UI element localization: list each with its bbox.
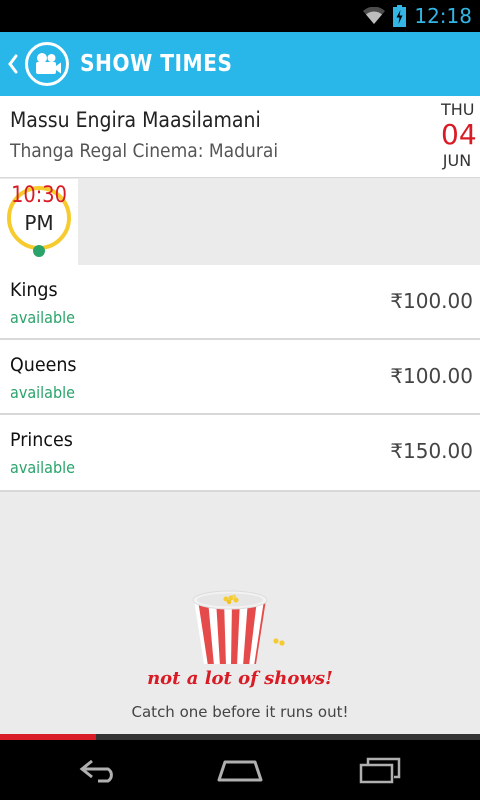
seat-status: available (10, 383, 75, 402)
back-nav-button[interactable] (40, 740, 160, 800)
seat-class-list: Kings available ₹100.00 Queens available… (0, 265, 480, 492)
system-nav-bar (0, 740, 480, 800)
seat-row-queens[interactable]: Queens available ₹100.00 (0, 340, 480, 415)
popcorn-icon (192, 590, 285, 664)
seat-price: ₹150.00 (390, 439, 473, 463)
empty-state-subtitle: Catch one before it runs out! (131, 703, 349, 721)
status-bar: 12:18 (0, 0, 480, 32)
recents-nav-button[interactable] (320, 740, 440, 800)
showtime-tile[interactable]: 10:30 PM (0, 179, 78, 265)
battery-icon (393, 5, 407, 27)
show-date: THU 04 JUN (441, 100, 477, 172)
seat-name: Kings (10, 279, 58, 301)
movie-info-card: Massu Engira Maasilamani Thanga Regal Ci… (0, 96, 480, 178)
home-icon (217, 760, 263, 782)
wifi-icon (363, 7, 386, 24)
empty-state-tagline: not a lot of shows! (147, 668, 333, 689)
movie-camera-icon[interactable] (24, 41, 70, 87)
chevron-left-icon (8, 54, 18, 74)
seat-row-princes[interactable]: Princes available ₹150.00 (0, 415, 480, 490)
back-arrow-icon (79, 759, 113, 783)
movie-title: Massu Engira Maasilamani (10, 108, 261, 132)
date-day: THU (441, 100, 475, 119)
action-bar: SHOW TIMES (0, 32, 480, 96)
seat-price: ₹100.00 (390, 364, 473, 388)
date-month: JUN (442, 151, 472, 170)
home-nav-button[interactable] (180, 740, 300, 800)
seat-status: available (10, 458, 75, 477)
seat-row-kings[interactable]: Kings available ₹100.00 (0, 265, 480, 340)
date-number: 04 (441, 118, 477, 151)
back-button[interactable] (4, 32, 22, 96)
recent-apps-icon (359, 757, 401, 784)
seat-name: Princes (10, 429, 73, 451)
seat-status: available (10, 308, 75, 327)
showtime-hour: 10:30 (11, 183, 67, 208)
seat-price: ₹100.00 (390, 289, 473, 313)
page-title: SHOW TIMES (80, 51, 233, 77)
showtime-ampm: PM (24, 211, 54, 235)
showtime-strip: 10:30 PM (0, 179, 480, 265)
seat-name: Queens (10, 354, 77, 376)
status-time: 12:18 (414, 4, 472, 28)
cinema-name: Thanga Regal Cinema: Madurai (10, 140, 279, 162)
